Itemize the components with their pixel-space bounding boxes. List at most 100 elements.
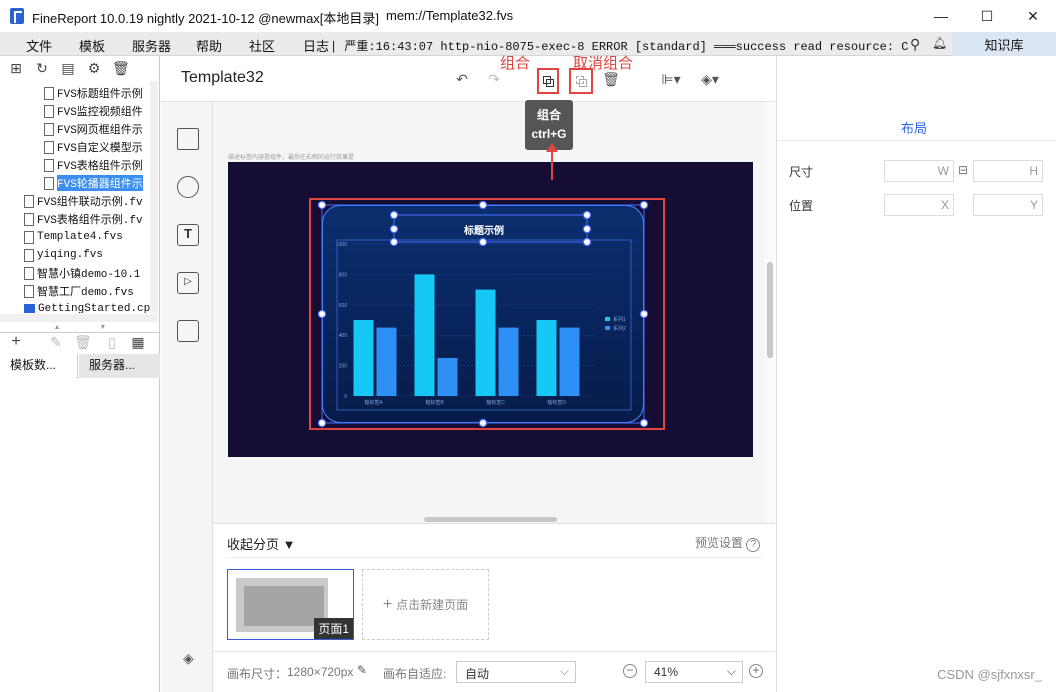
pages-panel: 收起分页 ▼ 预览设置 ? 页面1 + 点击新建页面 <box>213 523 775 651</box>
preview-icon[interactable]: ▯ <box>104 334 120 350</box>
zoom-in-icon[interactable]: + <box>749 664 763 678</box>
tree-item-label: FVS自定义模型示 <box>57 143 143 155</box>
tree-item-label: FVS监控视频组件 <box>57 107 143 119</box>
remove-icon[interactable]: 🗑︎ <box>74 334 92 350</box>
height-input[interactable]: H <box>973 160 1043 182</box>
fvs-file-icon <box>24 194 34 208</box>
tree-item[interactable]: FVS标题组件示例 <box>44 84 143 102</box>
text-icon[interactable]: T <box>177 224 199 246</box>
fvs-file-icon <box>44 122 54 136</box>
close-button[interactable]: ✕ <box>1010 0 1056 32</box>
layers-icon[interactable]: ◈ <box>183 650 194 667</box>
chevron-down-icon: ⌵ <box>726 664 736 678</box>
tree-item-label: GettingStarted.cpt <box>38 303 150 313</box>
tab-template-data[interactable]: 模板数... <box>0 354 78 378</box>
tab-layout[interactable]: 布局 <box>901 118 927 137</box>
page-thumbnail[interactable]: 页面1 <box>227 569 354 640</box>
tree-item[interactable]: FVS表格组件示例.fv <box>24 210 143 228</box>
y-input[interactable]: Y <box>973 194 1043 216</box>
fvs-file-icon <box>24 230 34 244</box>
dataset-icon[interactable]: ▦ <box>130 334 146 350</box>
layers-dropdown-icon[interactable]: ◈▾ <box>697 70 723 88</box>
group-button[interactable] <box>537 68 559 94</box>
tree-item[interactable]: FVS轮播器组件示 <box>44 174 143 192</box>
canvas-size-value[interactable]: 1280×720px <box>287 665 353 679</box>
menu-help[interactable]: 帮助 <box>196 36 222 55</box>
vertical-scroll-thumb[interactable] <box>767 262 773 358</box>
log-label[interactable]: 日志 <box>303 36 329 55</box>
size-label: 尺寸 <box>789 165 814 179</box>
new-folder-icon[interactable]: ⊞ <box>8 60 24 76</box>
lock-ratio-icon[interactable]: ⊟ <box>958 163 968 177</box>
horizontal-scroll-thumb[interactable] <box>424 517 557 522</box>
maximize-button[interactable]: ☐ <box>964 0 1010 32</box>
new-page-button[interactable]: + 点击新建页面 <box>362 569 489 640</box>
fvs-file-icon <box>44 158 54 172</box>
arrow-head-icon <box>546 143 558 152</box>
property-panel: 布局 尺寸 W ⊟ H 位置 X Y <box>776 56 1056 692</box>
width-input[interactable]: W <box>884 160 954 182</box>
align-dropdown-icon[interactable]: ⊫▾ <box>658 70 684 88</box>
fvs-file-icon <box>44 140 54 154</box>
delete-icon[interactable]: 🗑︎ <box>112 60 130 76</box>
tab-server[interactable]: 服务器... <box>79 354 160 378</box>
canvas-size-label: 画布尺寸： <box>227 667 288 681</box>
tree-item[interactable]: FVS组件联动示例.fv <box>24 192 143 210</box>
help-icon: ? <box>746 538 761 552</box>
preview-settings-link[interactable]: 预览设置 ? <box>695 534 761 552</box>
annotation-arrow <box>551 150 553 180</box>
tree-item[interactable]: Template4.fvs <box>24 228 123 246</box>
undo-icon[interactable]: ↶ <box>452 70 472 88</box>
app-title: FineReport 10.0.19 nightly 2021-10-12 @n… <box>32 11 380 26</box>
annotation-group: 组合 <box>500 55 531 72</box>
menu-community[interactable]: 社区 <box>249 36 275 55</box>
tree-item-label: Template4.fvs <box>37 231 123 243</box>
zoom-select[interactable]: 41% ⌵ <box>645 661 743 683</box>
search-icon[interactable]: ⚲ <box>910 36 920 53</box>
menu-server[interactable]: 服务器 <box>132 36 171 55</box>
canvas-note: 描述标签内容是组件，最后在右侧的运行效果是 <box>228 155 355 161</box>
fvs-file-icon <box>44 104 54 118</box>
tree-scrollbar[interactable] <box>150 81 158 313</box>
tree-horizontal-scrollbar[interactable] <box>0 314 158 322</box>
group-selection-box[interactable] <box>309 198 665 430</box>
tree-item-label: 智慧小镇demo-10.1 <box>37 269 141 281</box>
tree-item[interactable]: 智慧小镇demo-10.1 <box>24 264 140 282</box>
edit-size-icon[interactable]: ✎ <box>357 663 367 677</box>
tree-item[interactable]: FVS表格组件示例 <box>44 156 143 174</box>
tree-item[interactable]: FVS网页框组件示 <box>44 120 143 138</box>
chart-pie-icon[interactable] <box>177 176 199 198</box>
container-icon[interactable] <box>177 320 199 342</box>
tree-item[interactable]: GettingStarted.cpt <box>24 300 150 313</box>
x-input[interactable]: X <box>884 194 954 216</box>
tree-item-label: FVS表格组件示例 <box>57 161 143 173</box>
tree-item[interactable]: FVS自定义模型示 <box>44 138 143 156</box>
settings-icon[interactable]: ⚙ <box>86 60 102 76</box>
tree-item[interactable]: yiqing.fvs <box>24 246 103 264</box>
refresh-icon[interactable]: ↻ <box>34 60 50 76</box>
document-header: Template32 ↶ ↷ 🗑︎ ⊫▾ ◈▾ ▭预览 ▣保存 <box>161 56 1047 102</box>
page-label: 页面1 <box>314 618 353 639</box>
tree-item[interactable]: 智慧工厂demo.fvs <box>24 282 134 300</box>
edit-icon[interactable]: ✎ <box>48 334 64 350</box>
tree-item-label: yiqing.fvs <box>37 249 104 261</box>
zoom-out-icon[interactable]: − <box>623 664 637 678</box>
autofit-select[interactable]: 自动 ⌵ <box>456 661 576 683</box>
splitter-arrows[interactable]: ▲ ▼ <box>0 324 160 332</box>
video-icon[interactable]: ▷ <box>177 272 199 294</box>
tree-item[interactable]: FVS监控视频组件 <box>44 102 143 120</box>
menu-template[interactable]: 模板 <box>79 36 105 55</box>
model-3d-icon[interactable] <box>177 128 199 150</box>
tree-item-label: FVS表格组件示例.fv <box>37 215 143 227</box>
menu-file[interactable]: 文件 <box>26 36 52 55</box>
collapse-pages-button[interactable]: 收起分页 ▼ <box>227 534 296 553</box>
add-datasource-icon[interactable]: + <box>8 334 24 350</box>
fvs-file-icon <box>24 266 34 280</box>
chevron-down-icon: ⌵ <box>559 664 569 678</box>
knowledge-base-button[interactable]: 知识库 <box>952 32 1056 56</box>
document-title: Template32 <box>181 69 264 86</box>
minimize-button[interactable]: — <box>918 0 964 32</box>
tree-item-label: FVS网页框组件示 <box>57 125 143 137</box>
locate-icon[interactable]: ▤ <box>60 60 76 76</box>
bell-icon[interactable]: 🔔︎ <box>932 36 947 50</box>
